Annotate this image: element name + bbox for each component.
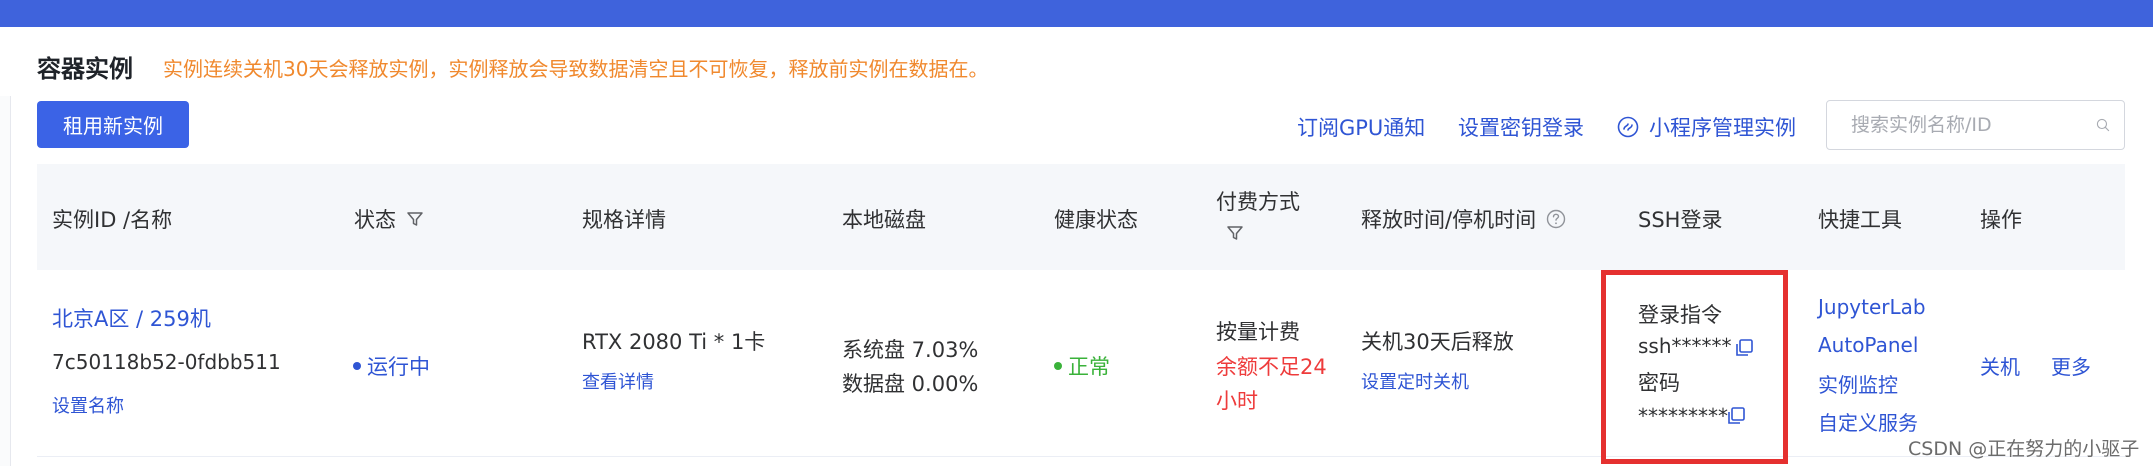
column-tools-label: 快捷工具 <box>1818 208 1902 232</box>
filter-icon[interactable] <box>406 210 424 228</box>
miniprogram-manage-link[interactable]: 小程序管理实例 <box>1617 112 1796 142</box>
health-label: 正常 <box>1068 355 1110 379</box>
column-health-label: 健康状态 <box>1054 208 1138 232</box>
health-dot <box>1054 362 1062 370</box>
column-spec: 规格详情 <box>582 204 666 234</box>
miniprogram-icon <box>1617 116 1639 138</box>
search-box[interactable] <box>1826 100 2125 150</box>
system-disk: 系统盘 7.03% <box>842 338 979 362</box>
column-status: 状态 <box>354 204 424 234</box>
view-details-link[interactable]: 查看详情 <box>582 368 654 394</box>
column-actions-label: 操作 <box>1980 208 2022 232</box>
top-banner <box>0 0 2153 27</box>
status-label: 运行中 <box>367 355 430 379</box>
set-timed-shutdown-link[interactable]: 设置定时关机 <box>1361 368 1469 394</box>
column-instance-label: 实例ID /名称 <box>52 208 173 232</box>
column-actions: 操作 <box>1980 204 2022 234</box>
search-icon[interactable] <box>2096 115 2110 135</box>
status-running: 运行中 <box>353 351 430 381</box>
column-status-label: 状态 <box>354 208 396 232</box>
column-ssh: SSH登录 <box>1638 204 1722 234</box>
tool-jupyterlab-link[interactable]: JupyterLab <box>1818 295 1926 319</box>
more-button[interactable]: 更多 <box>2051 351 2091 380</box>
tool-instance-monitor-link[interactable]: 实例监控 <box>1818 369 1898 398</box>
column-instance: 实例ID /名称 <box>52 204 172 234</box>
column-disk: 本地磁盘 <box>842 204 926 234</box>
column-health: 健康状态 <box>1054 204 1138 234</box>
column-ssh-label: SSH登录 <box>1638 208 1723 232</box>
page-title: 容器实例 <box>37 55 133 83</box>
subscribe-gpu-label: 订阅GPU通知 <box>1297 116 1426 140</box>
set-key-login-link[interactable]: 设置密钥登录 <box>1458 112 1584 142</box>
filter-icon[interactable] <box>1226 224 1244 242</box>
column-billing-label: 付费方式 <box>1216 190 1300 214</box>
miniprogram-manage-label: 小程序管理实例 <box>1649 116 1796 140</box>
data-disk: 数据盘 0.00% <box>842 372 979 396</box>
health-status: 正常 <box>1054 351 1110 381</box>
csdn-watermark: CSDN @正在努力的小驱子 <box>1908 438 2140 460</box>
search-input[interactable] <box>1849 113 2096 137</box>
balance-warning-line1: 余额不足24 <box>1216 355 1327 379</box>
rent-new-instance-button[interactable]: 租用新实例 <box>37 101 189 148</box>
subscribe-gpu-link[interactable]: 订阅GPU通知 <box>1297 112 1425 142</box>
column-disk-label: 本地磁盘 <box>842 208 926 232</box>
release-text: 关机30天后释放 <box>1361 330 1514 354</box>
sidebar-edge <box>0 96 11 466</box>
instance-id: 7c50118b52-0fdbb511 <box>52 350 281 374</box>
release-warning: 实例连续关机30天会释放实例，实例释放会导致数据清空且不可恢复，释放前实例在数据… <box>163 57 989 81</box>
column-release-label: 释放时间/停机时间 <box>1361 208 1537 232</box>
ssh-highlight-box <box>1601 270 1788 464</box>
spec-text: RTX 2080 Ti * 1卡 <box>582 330 766 354</box>
status-dot <box>353 362 361 370</box>
column-tools: 快捷工具 <box>1818 204 1902 234</box>
instance-region-link[interactable]: 北京A区 / 259机 <box>52 303 211 333</box>
column-billing: 付费方式 <box>1216 186 1300 216</box>
tool-autopanel-link[interactable]: AutoPanel <box>1818 333 1918 357</box>
billing-type: 按量计费 <box>1216 320 1300 344</box>
column-release: 释放时间/停机时间 <box>1361 204 1566 234</box>
shutdown-button[interactable]: 关机 <box>1980 351 2020 380</box>
column-spec-label: 规格详情 <box>582 208 666 232</box>
tool-custom-service-link[interactable]: 自定义服务 <box>1818 407 1918 436</box>
help-circle-icon[interactable] <box>1546 209 1566 229</box>
set-key-login-label: 设置密钥登录 <box>1458 116 1584 140</box>
set-name-link[interactable]: 设置名称 <box>52 392 124 418</box>
balance-warning-line2: 小时 <box>1216 389 1258 413</box>
